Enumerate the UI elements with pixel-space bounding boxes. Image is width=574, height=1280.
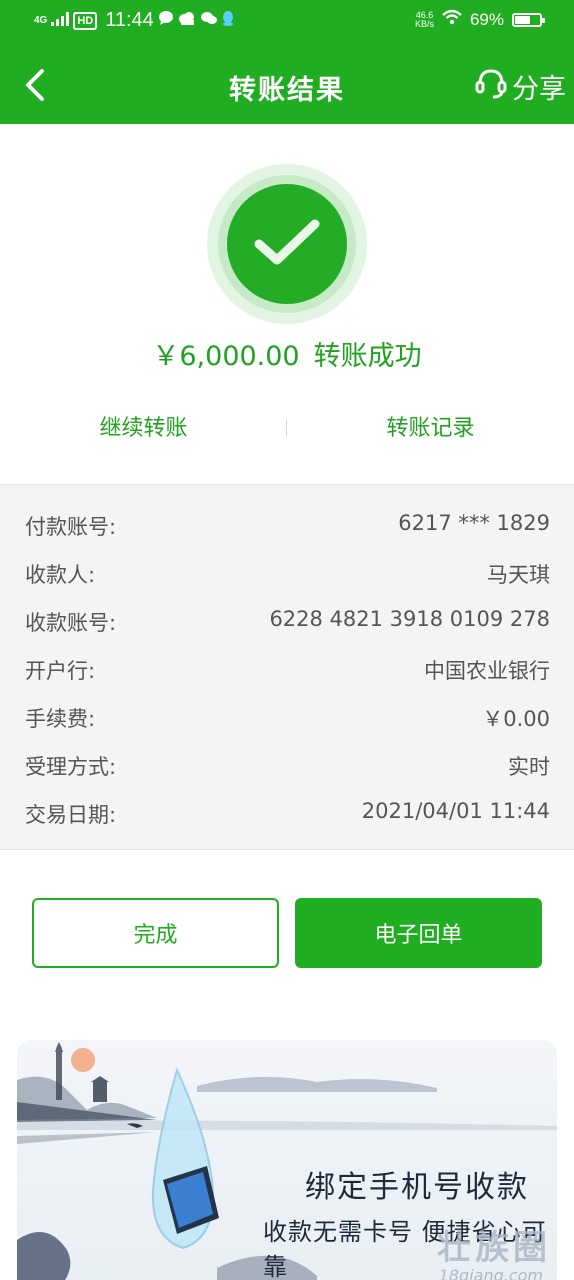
signal-bars-icon bbox=[51, 9, 70, 32]
done-button[interactable]: 完成 bbox=[32, 898, 279, 968]
detail-label: 付款账号: bbox=[25, 515, 117, 539]
wechat-icon bbox=[200, 11, 218, 30]
detail-row-processing: 受理方式: 实时 bbox=[0, 745, 574, 793]
share-button[interactable]: 分享 bbox=[474, 66, 566, 107]
message-icon bbox=[158, 10, 174, 31]
continue-transfer-link[interactable]: 继续转账 bbox=[0, 410, 287, 442]
transfer-summary: ￥6,000.00 转账成功 bbox=[0, 334, 574, 373]
success-badge bbox=[207, 164, 367, 324]
battery-icon bbox=[512, 12, 545, 27]
detail-row-payee-account: 收款账号: 6228 4821 3918 0109 278 bbox=[0, 601, 574, 649]
detail-row-date: 交易日期: 2021/04/01 11:44 bbox=[0, 793, 574, 841]
detail-label: 手续费: bbox=[25, 707, 96, 731]
hd-badge: HD bbox=[73, 11, 98, 30]
transfer-records-link[interactable]: 转账记录 bbox=[287, 410, 574, 442]
result-actions: 继续转账 转账记录 bbox=[0, 410, 574, 446]
detail-row-payee: 收款人: 马天琪 bbox=[0, 553, 574, 601]
detail-value: 2021/04/01 11:44 bbox=[361, 799, 550, 823]
detail-value: 中国农业银行 bbox=[424, 659, 550, 683]
customer-service-icon[interactable] bbox=[474, 66, 508, 107]
transfer-status: 转账成功 bbox=[313, 341, 422, 372]
detail-row-payer-account: 付款账号: 6217 *** 1829 bbox=[0, 505, 574, 553]
transfer-amount: ￥6,000.00 bbox=[152, 341, 300, 372]
detail-label: 交易日期: bbox=[25, 803, 117, 827]
detail-label: 开户行: bbox=[25, 659, 96, 683]
transfer-details: 付款账号: 6217 *** 1829 收款人: 马天琪 收款账号: 6228 482… bbox=[0, 484, 574, 850]
transfer-result: ￥6,000.00 转账成功 继续转账 转账记录 bbox=[0, 124, 574, 484]
share-label: 分享 bbox=[512, 74, 566, 105]
detail-label: 收款人: bbox=[25, 563, 96, 587]
wifi-icon bbox=[442, 9, 462, 30]
detail-label: 收款账号: bbox=[25, 611, 117, 635]
watermark-url: 18qiang.com bbox=[438, 1266, 543, 1280]
detail-value: ￥0.00 bbox=[482, 707, 550, 731]
status-bar: 4G HD 11:44 46.6 KB/s 69% bbox=[0, 0, 574, 44]
signal-indicator: 4G bbox=[34, 14, 48, 26]
net-speed-unit: KB/s bbox=[414, 18, 434, 29]
weather-icon bbox=[178, 11, 196, 30]
detail-value: 6217 *** 1829 bbox=[398, 511, 550, 535]
promo-banner[interactable]: 绑定手机号收款 收款无需卡号 便捷省心可靠 壮族圈 18qiang.com bbox=[17, 1040, 557, 1280]
detail-value: 实时 bbox=[508, 755, 550, 779]
detail-row-bank: 开户行: 中国农业银行 bbox=[0, 649, 574, 697]
detail-value: 马天琪 bbox=[487, 563, 550, 587]
detail-row-fee: 手续费: ￥0.00 bbox=[0, 697, 574, 745]
detail-value: 6228 4821 3918 0109 278 bbox=[269, 607, 550, 631]
checkmark-icon bbox=[254, 219, 320, 265]
banner-headline: 绑定手机号收款 bbox=[305, 1170, 529, 1205]
nav-bar: 转账结果 分享 bbox=[0, 44, 574, 124]
qq-icon bbox=[222, 10, 234, 31]
status-time: 11:44 bbox=[105, 9, 154, 31]
watermark: 壮族圈 bbox=[437, 1228, 551, 1268]
battery-percent: 69% bbox=[469, 9, 504, 29]
detail-label: 受理方式: bbox=[25, 755, 117, 779]
battery-fill bbox=[515, 15, 530, 24]
e-receipt-button[interactable]: 电子回单 bbox=[295, 898, 542, 968]
net-speed: 46.6 KB/s bbox=[414, 10, 434, 29]
